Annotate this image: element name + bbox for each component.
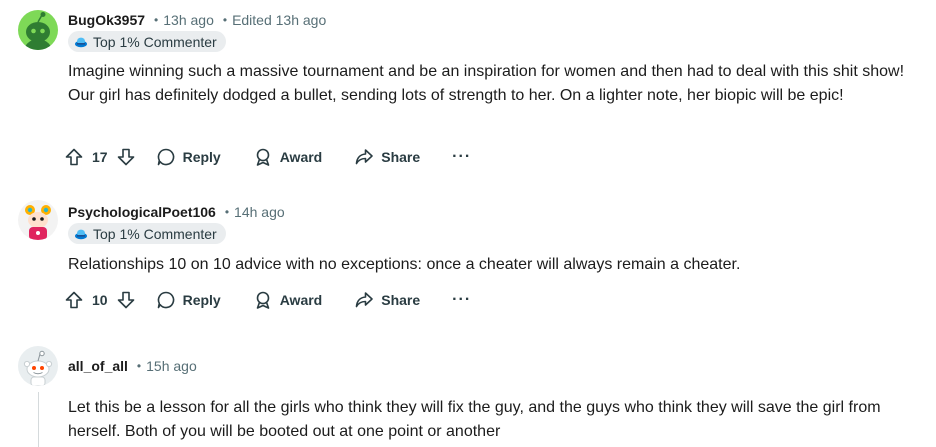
reply-button[interactable]: Reply [156,147,221,167]
username[interactable]: BugOk3957 [68,12,145,28]
edited-label: Edited 13h ago [232,12,327,28]
thread-line[interactable] [38,392,39,447]
separator: • [222,13,228,27]
award-button[interactable]: Award [253,147,323,167]
vote-controls: 10 [64,290,136,310]
award-label: Award [279,149,323,165]
vote-score: 17 [92,149,108,165]
snoo-pink-avatar-icon [18,200,58,240]
share-icon [355,149,374,165]
reply-label: Reply [182,149,221,165]
flair-label: Top 1% Commenter [93,225,217,242]
more-options-icon[interactable]: ··· [452,291,471,309]
user-avatar[interactable] [18,200,58,240]
user-avatar[interactable] [18,346,58,386]
comment-bubble-icon [157,148,174,166]
comment-meta: PsychologicalPoet106 • 14h ago [68,202,285,222]
top-commenter-icon [75,37,87,47]
comment-body: Relationships 10 on 10 advice with no ex… [68,256,741,273]
share-icon [355,292,374,308]
comment-actions: 17 Reply Award Share ··· [64,141,471,173]
username[interactable]: all_of_all [68,358,128,374]
share-button[interactable]: Share [354,147,420,167]
vote-controls: 17 [64,147,136,167]
comment-actions: 10 Reply Award Share ··· [64,284,471,316]
flair-label: Top 1% Commenter [93,33,217,50]
timestamp[interactable]: 15h ago [146,358,197,374]
award-icon [256,148,270,166]
top-commenter-icon [75,229,87,239]
timestamp[interactable]: 13h ago [163,12,214,28]
separator: • [136,359,142,373]
timestamp[interactable]: 14h ago [234,204,285,220]
reply-label: Reply [182,292,221,308]
share-label: Share [381,292,421,308]
comment-body: Imagine winning such a massive tournamen… [68,63,905,104]
comment-body: Let this be a lesson for all the girls w… [68,399,881,440]
downvote-icon[interactable] [116,290,136,310]
award-label: Award [279,292,323,308]
vote-score: 10 [92,292,108,308]
comment-bubble-icon [157,291,174,309]
award-button[interactable]: Award [253,290,323,310]
user-flair: Top 1% Commenter [68,31,226,52]
comment-meta: BugOk3957 • 13h ago • Edited 13h ago [68,10,326,30]
snoo-default-avatar-icon [18,346,58,386]
separator: • [224,205,230,219]
share-button[interactable]: Share [354,290,420,310]
comment-meta: all_of_all • 15h ago [68,356,197,376]
separator: • [154,13,159,27]
share-label: Share [381,149,421,165]
award-icon [256,291,270,309]
upvote-icon[interactable] [64,290,84,310]
more-options-icon[interactable]: ··· [452,148,471,166]
reply-button[interactable]: Reply [156,290,221,310]
username[interactable]: PsychologicalPoet106 [68,204,216,220]
downvote-icon[interactable] [116,147,136,167]
snoo-green-avatar-icon [18,10,58,50]
upvote-icon[interactable] [64,147,84,167]
user-flair: Top 1% Commenter [68,223,226,244]
user-avatar[interactable] [18,10,58,50]
